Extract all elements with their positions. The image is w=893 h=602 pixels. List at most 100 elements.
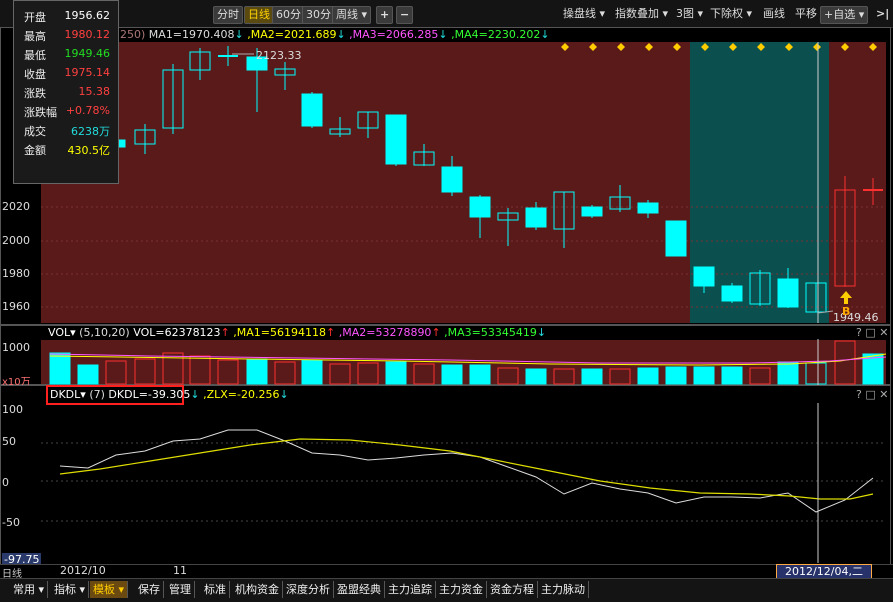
candle-body (665, 220, 687, 257)
collapse-icon[interactable]: >| (873, 6, 892, 22)
volume-bar (581, 368, 603, 385)
tab-label: 模板 (93, 583, 115, 596)
ohlc-row-change-pct: 涨跌幅 +0.78% (14, 104, 118, 123)
buy-signal-label: B (842, 305, 850, 318)
three-chart-dropdown[interactable]: 3图 ▾ (673, 6, 706, 22)
tab-maidong[interactable]: 主力脉动 (538, 581, 589, 598)
ohlc-key: 最低 (24, 49, 46, 62)
chevron-down-icon: ▾ (599, 7, 606, 20)
price-axis-label: 2020 (2, 200, 30, 213)
volume-bar (637, 367, 659, 385)
volume-bar (385, 361, 407, 385)
period-rixian-button[interactable]: 日线 (244, 6, 274, 24)
dkdl-axis-label: -50 (2, 516, 20, 529)
candle-body (301, 93, 323, 127)
zoom-in-button[interactable]: + (376, 6, 394, 24)
price-axis-label: 2000 (2, 234, 30, 247)
index-overlay-dropdown[interactable]: 指数叠加 ▾ (612, 6, 671, 22)
ohlc-value: 1949.46 (64, 47, 111, 60)
caopanxian-dropdown[interactable]: 操盘线 ▾ (560, 6, 608, 22)
chevron-down-icon: ▾ (70, 326, 76, 339)
period-60min-button[interactable]: 60分 (272, 6, 305, 24)
tab-shendu[interactable]: 深度分析 (283, 581, 334, 598)
volume-bar (721, 366, 743, 385)
ohlc-value: 1980.12 (64, 28, 111, 41)
period-30min-button[interactable]: 30分 (302, 6, 335, 24)
arrow-down-icon: ↓ (279, 388, 289, 401)
ohlc-key: 最高 (24, 30, 46, 43)
period-fenshi-button[interactable]: 分时 (213, 6, 243, 24)
candle-body (525, 207, 547, 228)
low-marker-label: 1949.46 (833, 311, 879, 324)
volume-bar (441, 364, 463, 385)
ohlc-key: 成交 (24, 125, 46, 138)
dkdl-chart[interactable] (0, 403, 893, 563)
three-chart-label: 3图 (676, 7, 694, 20)
ohlc-row-close: 收盘 1975.14 (14, 66, 118, 85)
chevron-down-icon: ▾ (662, 7, 669, 20)
candle-body (385, 114, 407, 165)
zoom-out-button[interactable]: − (396, 6, 414, 24)
tab-baocun[interactable]: 保存 (135, 581, 164, 598)
index-overlay-label: 指数叠加 (615, 7, 659, 20)
volume-bar (301, 359, 323, 385)
exright-dropdown[interactable]: 下除权 ▾ (707, 6, 755, 22)
vol-ma1-value: ,MA1=56194118 (233, 326, 326, 339)
dkdl-panel-controls[interactable]: ? □ ✕ (856, 388, 888, 401)
tab-zhuijin[interactable]: 主力追踪 (385, 581, 436, 598)
arrow-down-icon: ↓ (536, 326, 547, 339)
volume-bar (665, 366, 687, 385)
chevron-down-icon: ▾ (746, 7, 753, 20)
price-chart[interactable]: 2123.33 1949.46 B (0, 40, 893, 325)
dkdl-legend: DKDL▾ (7) DKDL=-39.305↓ ,ZLX=-20.256↓ (50, 388, 289, 401)
x-axis-label: 11 (173, 564, 187, 577)
tab-moban[interactable]: 模板 ▾ (90, 581, 129, 598)
add-watchlist-dropdown[interactable]: +自选 ▾ (820, 6, 869, 24)
candle-body (777, 278, 799, 308)
dkdl-axis-label: 50 (2, 435, 16, 448)
vol-params: (5,10,20) (79, 326, 130, 339)
tab-fangcheng[interactable]: 资金方程 (487, 581, 538, 598)
tab-biaozhun[interactable]: 标准 (201, 581, 230, 598)
tab-zhuzijin[interactable]: 主力资金 (436, 581, 487, 598)
tab-guanli[interactable]: 管理 (166, 581, 195, 598)
volume-bar (49, 352, 71, 385)
add-watchlist-label: +自选 (824, 8, 856, 21)
tab-label: 常用 (13, 583, 35, 596)
dkdl-indicator-dropdown[interactable]: DKDL (50, 388, 80, 401)
tab-zhibiao[interactable]: 指标 ▾ (51, 581, 90, 598)
vol-panel-controls[interactable]: ? □ ✕ (856, 326, 888, 339)
ohlc-row-volume: 成交 6238万 (14, 123, 118, 142)
arrow-up-icon: ↑ (431, 326, 441, 339)
vol-indicator-dropdown[interactable]: VOL (48, 326, 70, 339)
vol-ma3-value: ,MA3=53345419 (444, 326, 537, 339)
chevron-down-icon: ▾ (79, 583, 86, 596)
ohlc-row-low: 最低 1949.46 (14, 47, 118, 66)
price-axis-label: 1980 (2, 267, 30, 280)
tab-yingli[interactable]: 盈盟经典 (334, 581, 385, 598)
zhouxian-label: 周线 (336, 8, 358, 21)
volume-chart[interactable] (0, 339, 893, 385)
draw-line-button[interactable]: 画线 (760, 6, 788, 22)
tab-changyong[interactable]: 常用 ▾ (10, 581, 49, 598)
dkdl-axis-label: 100 (2, 403, 23, 416)
ohlc-key: 金额 (24, 144, 46, 157)
volume-bar (525, 368, 547, 385)
tab-label: 指标 (54, 583, 76, 596)
price-axis-label: 1960 (2, 300, 30, 313)
zlx-value: ,ZLX=-20.256 (203, 388, 280, 401)
vol-value: VOL=62378123 (133, 326, 221, 339)
candle-body (581, 206, 603, 217)
ohlc-value: +0.78% (65, 104, 110, 117)
ohlc-key: 收盘 (24, 68, 46, 81)
exright-label: 下除权 (710, 7, 743, 20)
ohlc-key: 涨跌 (24, 87, 46, 100)
chevron-down-icon: ▾ (697, 7, 704, 20)
tab-jigou[interactable]: 机构资金 (232, 581, 283, 598)
ohlc-key: 涨跌幅 (24, 106, 57, 119)
pan-button[interactable]: 平移 (792, 6, 820, 22)
chevron-down-icon: ▾ (80, 388, 86, 401)
top-toolbar: 分时 日线 60分 30分 周线 ▾ + − 操盘线 ▾ 指数叠加 ▾ 3图 ▾… (0, 0, 893, 28)
period-zhouxian-dropdown[interactable]: 周线 ▾ (332, 6, 372, 24)
x-axis: 日线 2012/10 11 2012/12/04,二 (0, 564, 893, 580)
